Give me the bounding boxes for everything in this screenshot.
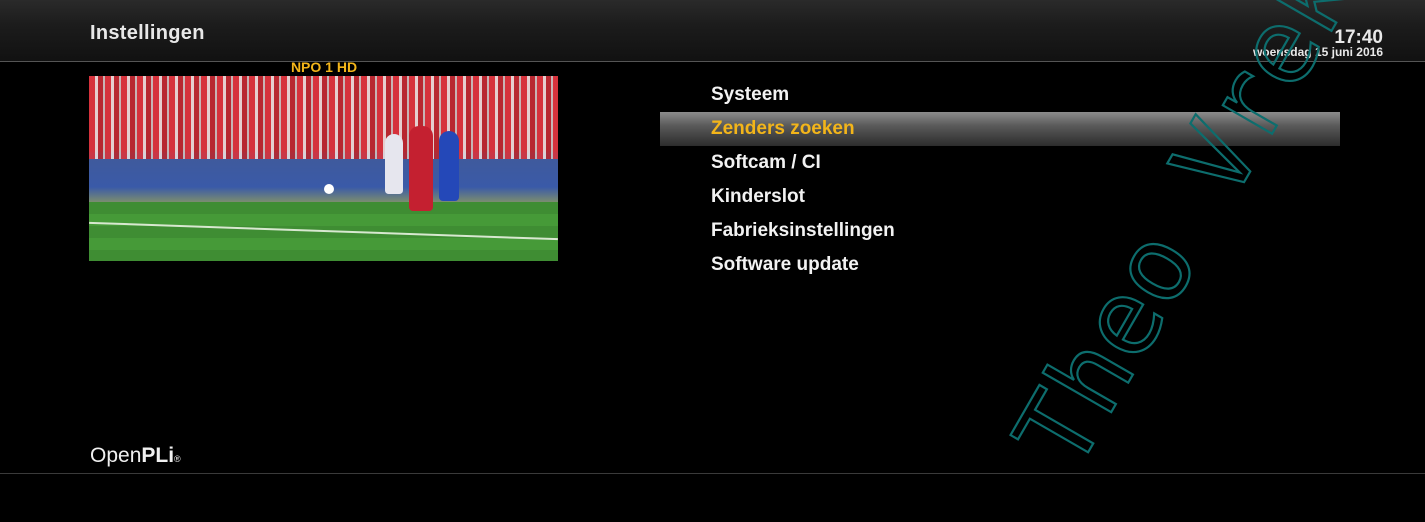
menu-item-softcam-ci[interactable]: Softcam / CI <box>660 146 1340 180</box>
menu-item-software-update[interactable]: Software update <box>660 248 1340 282</box>
logo-suffix: PLi <box>141 444 175 467</box>
preview-player <box>385 134 403 194</box>
logo-registered-mark: ® <box>174 454 181 464</box>
page-title: Instellingen <box>90 22 205 44</box>
menu-item-zenders-zoeken[interactable]: Zenders zoeken <box>660 112 1340 146</box>
footer-bar <box>0 474 1425 522</box>
settings-menu: Systeem Zenders zoeken Softcam / CI Kind… <box>660 78 1340 282</box>
channel-name: NPO 1 HD <box>290 59 358 75</box>
preview-player <box>409 126 433 211</box>
menu-item-kinderslot[interactable]: Kinderslot <box>660 180 1340 214</box>
openpli-logo: OpenPLi® <box>90 444 181 468</box>
preview-ball <box>324 184 334 194</box>
title-bar: Instellingen 17:40 woensdag 15 juni 2016 <box>0 0 1425 62</box>
preview-player <box>439 131 459 201</box>
tv-preview <box>89 76 558 261</box>
menu-item-systeem[interactable]: Systeem <box>660 78 1340 112</box>
date-label: woensdag 15 juni 2016 <box>1252 45 1383 59</box>
preview-crowd <box>89 76 558 160</box>
logo-prefix: Open <box>90 444 142 467</box>
menu-item-fabrieksinstellingen[interactable]: Fabrieksinstellingen <box>660 214 1340 248</box>
